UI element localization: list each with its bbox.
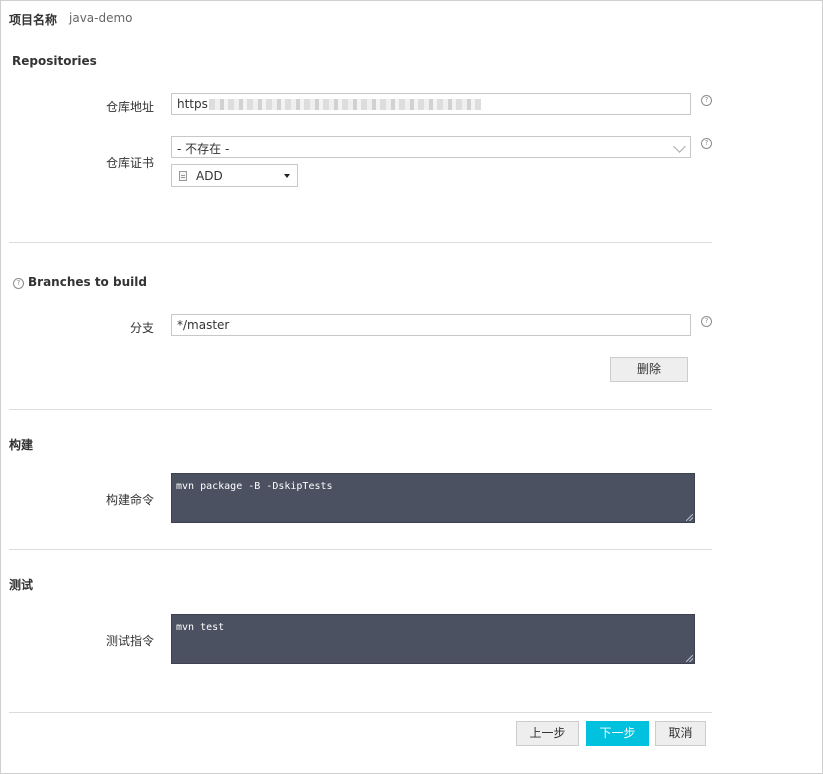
resize-handle-icon[interactable] [686, 514, 693, 521]
build-command-label: 构建命令 [105, 493, 154, 507]
credential-select[interactable]: - 不存在 - [171, 136, 691, 158]
section-divider [9, 242, 712, 243]
project-name-value: java-demo [69, 11, 133, 25]
next-step-button[interactable]: 下一步 [586, 721, 649, 746]
help-icon[interactable]: ? [701, 316, 712, 327]
section-divider [9, 549, 712, 550]
build-command-textarea[interactable]: mvn package -B -DskipTests [171, 473, 695, 523]
build-command-text: mvn package -B -DskipTests [176, 481, 333, 492]
job-config-form: 项目名称 java-demo Repositories 仓库地址 https ?… [0, 0, 823, 774]
repo-url-label: 仓库地址 [105, 100, 154, 114]
delete-branch-button[interactable]: 删除 [610, 357, 688, 382]
add-credential-label: ADD [196, 169, 223, 183]
add-credential-button[interactable]: ADD [171, 164, 298, 187]
repo-url-visible-text: https [177, 97, 208, 111]
section-divider [9, 712, 712, 713]
branch-input[interactable]: */master [171, 314, 691, 336]
repositories-title: Repositories [12, 54, 97, 68]
redacted-url-region [208, 99, 481, 110]
chevron-down-icon [673, 140, 686, 153]
section-divider [9, 409, 712, 410]
repo-url-input[interactable]: https [171, 93, 691, 115]
test-title: 测试 [9, 578, 34, 592]
help-icon[interactable]: ? [701, 95, 712, 106]
branches-title: Branches to build [28, 275, 147, 289]
help-icon[interactable]: ? [13, 278, 24, 289]
test-command-text: mvn test [176, 622, 225, 633]
help-icon[interactable]: ? [701, 138, 712, 149]
branch-label: 分支 [129, 321, 154, 335]
prev-step-button[interactable]: 上一步 [516, 721, 579, 746]
credential-selected-value: - 不存在 - [177, 142, 230, 156]
project-name-label: 项目名称 [9, 13, 58, 27]
cancel-button[interactable]: 取消 [655, 721, 706, 746]
build-title: 构建 [9, 438, 34, 452]
caret-down-icon [284, 174, 290, 178]
resize-handle-icon[interactable] [686, 655, 693, 662]
test-command-label: 测试指令 [105, 634, 154, 648]
document-icon [179, 171, 187, 181]
test-command-textarea[interactable]: mvn test [171, 614, 695, 664]
credential-label: 仓库证书 [105, 156, 154, 170]
